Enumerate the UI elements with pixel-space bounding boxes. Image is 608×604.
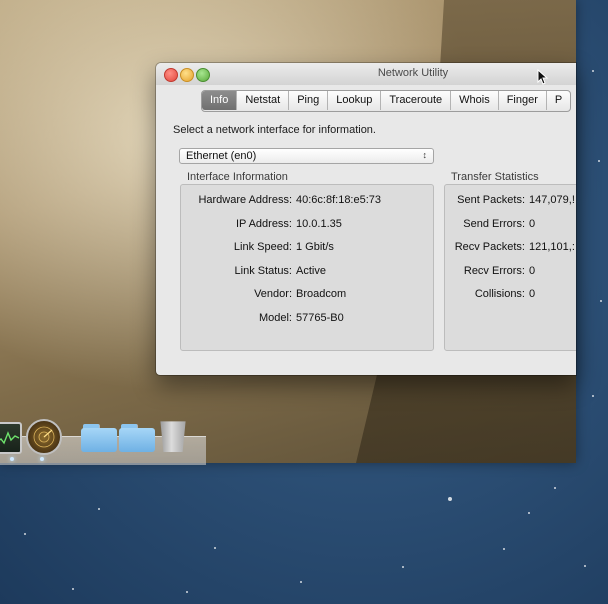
transfer-stats-title: Transfer Statistics bbox=[451, 171, 539, 183]
tab-finger[interactable]: Finger bbox=[499, 91, 547, 110]
activity-monitor-icon[interactable] bbox=[0, 422, 22, 454]
window-title: Network Utility bbox=[377, 67, 449, 79]
info-value: 57765-B0 bbox=[296, 312, 344, 324]
tab-ping[interactable]: Ping bbox=[289, 91, 329, 110]
tab-lookup[interactable]: Lookup bbox=[328, 91, 382, 110]
title-bar[interactable]: Network Utility bbox=[156, 63, 576, 86]
stats-value: 0 bbox=[529, 288, 536, 300]
interface-select[interactable]: Ethernet (en0) ↕ bbox=[179, 148, 434, 164]
network-utility-window: Network Utility Info Netstat Ping Lookup… bbox=[156, 63, 576, 375]
stats-value: 0 bbox=[529, 218, 536, 230]
tab-info[interactable]: Info bbox=[202, 91, 238, 110]
info-label: Model: bbox=[258, 312, 292, 324]
stats-value: 121,101,: bbox=[529, 241, 575, 253]
tab-traceroute[interactable]: Traceroute bbox=[381, 91, 452, 110]
tab-group: Info Netstat Ping Lookup Traceroute Whoi… bbox=[201, 90, 572, 112]
dock-running-indicator bbox=[10, 457, 14, 461]
stats-label: Collisions: bbox=[474, 288, 525, 300]
dock-running-indicator bbox=[40, 457, 44, 461]
stats-value: 0 bbox=[529, 265, 536, 277]
folder-icon[interactable] bbox=[119, 424, 155, 452]
interface-info-box: Hardware Address: 40:6c:8f:18:e5:73 IP A… bbox=[180, 184, 434, 351]
stats-label: Recv Errors: bbox=[463, 265, 525, 277]
select-interface-label: Select a network interface for informati… bbox=[173, 124, 376, 136]
tab-bar: Info Netstat Ping Lookup Traceroute Whoi… bbox=[156, 85, 576, 112]
select-arrows-icon: ↕ bbox=[422, 150, 428, 160]
tab-portscan[interactable]: P bbox=[547, 91, 570, 110]
transfer-stats-box: Sent Packets: 147,079,! Send Errors: 0 R… bbox=[444, 184, 576, 351]
info-value: Active bbox=[296, 265, 326, 277]
interface-select-value: Ethernet (en0) bbox=[186, 150, 257, 162]
info-label: IP Address: bbox=[235, 218, 292, 230]
info-value: 1 Gbit/s bbox=[296, 241, 334, 253]
stats-label: Sent Packets: bbox=[457, 194, 525, 206]
stats-label: Recv Packets: bbox=[454, 241, 525, 253]
stats-label: Send Errors: bbox=[463, 218, 525, 230]
info-value: Broadcom bbox=[296, 288, 347, 300]
tab-netstat[interactable]: Netstat bbox=[237, 91, 290, 110]
info-value: 10.0.1.35 bbox=[296, 218, 342, 230]
info-label: Link Status: bbox=[234, 265, 292, 277]
info-label: Vendor: bbox=[254, 288, 292, 300]
mouse-pointer-icon bbox=[537, 69, 549, 85]
info-label: Link Speed: bbox=[233, 241, 292, 253]
interface-info-title: Interface Information bbox=[187, 171, 288, 183]
info-label: Hardware Address: bbox=[198, 194, 292, 206]
tab-whois[interactable]: Whois bbox=[451, 91, 499, 110]
stats-value: 147,079,! bbox=[529, 194, 575, 206]
network-radar-icon[interactable] bbox=[26, 419, 62, 455]
info-value: 40:6c:8f:18:e5:73 bbox=[296, 194, 382, 206]
applications-folder-icon[interactable] bbox=[81, 424, 117, 452]
